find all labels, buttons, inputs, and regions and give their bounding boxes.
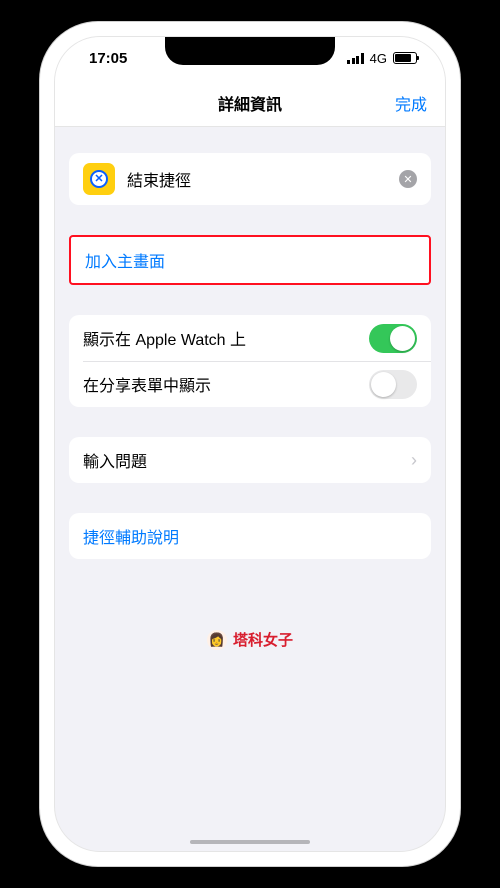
help-row[interactable]: 捷徑輔助說明 [69,513,431,559]
share-sheet-row: 在分享表單中顯示 [69,361,431,407]
done-button[interactable]: 完成 [395,91,427,115]
share-sheet-label: 在分享表單中顯示 [83,372,369,396]
share-sheet-switch[interactable] [369,370,417,399]
screen: 17:05 4G 詳細資訊 完成 ✕ 結束捷徑 [54,36,446,852]
add-to-home-label: 加入主畫面 [85,248,415,272]
add-to-home-group: 加入主畫面 [69,235,431,285]
shortcut-icon[interactable]: ✕ [83,163,115,195]
import-questions-label: 輸入問題 [83,448,411,472]
brand-name: 塔科女子 [233,629,293,650]
content[interactable]: ✕ 結束捷徑 加入主畫面 顯示在 Apple Watch 上 在分享表單中顯示 [55,127,445,851]
apple-watch-label: 顯示在 Apple Watch 上 [83,326,369,350]
help-group: 捷徑輔助說明 [69,513,431,559]
shortcut-name-row[interactable]: ✕ 結束捷徑 [69,153,431,205]
phone-frame: 17:05 4G 詳細資訊 完成 ✕ 結束捷徑 [40,22,460,866]
brand-avatar-icon: 👩 [207,630,227,650]
status-time: 17:05 [89,50,127,67]
status-right: 4G [347,51,417,66]
page-title: 詳細資訊 [218,91,282,115]
shortcut-name-group: ✕ 結束捷徑 [69,153,431,205]
network-label: 4G [370,51,387,66]
import-questions-row[interactable]: 輸入問題 › [69,437,431,483]
import-group: 輸入問題 › [69,437,431,483]
brand-footer: 👩 塔科女子 [55,629,445,650]
signal-icon [347,53,364,64]
help-label: 捷徑輔助說明 [83,524,417,548]
shortcut-name-input[interactable]: 結束捷徑 [127,167,399,191]
chevron-right-icon: › [411,450,417,471]
home-indicator [190,840,310,844]
clear-icon[interactable] [399,170,417,188]
notch [165,37,335,65]
add-to-home-button[interactable]: 加入主畫面 [71,237,429,283]
battery-icon [393,52,417,64]
options-group: 顯示在 Apple Watch 上 在分享表單中顯示 [69,315,431,407]
nav-bar: 詳細資訊 完成 [55,79,445,127]
apple-watch-switch[interactable] [369,324,417,353]
apple-watch-row: 顯示在 Apple Watch 上 [69,315,431,361]
